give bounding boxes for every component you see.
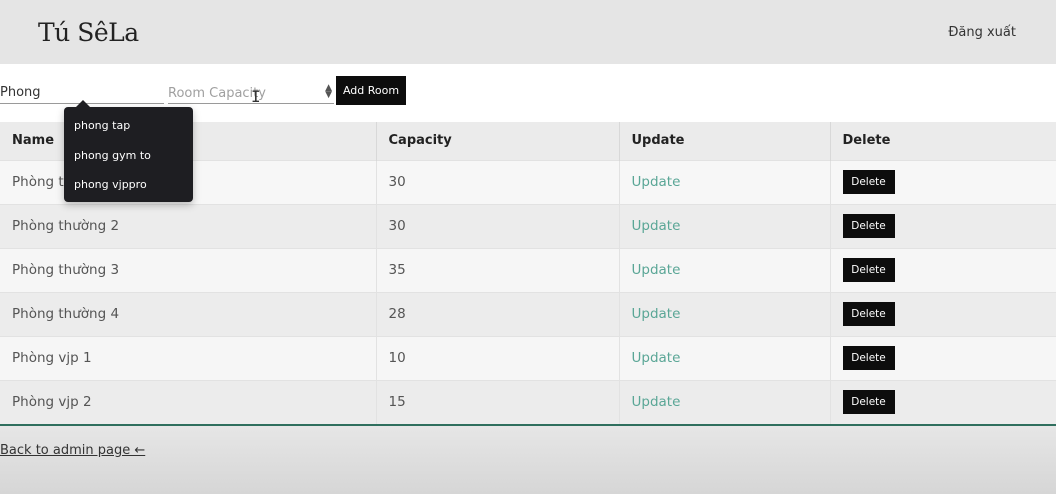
delete-cell: Delete [830, 203, 1056, 248]
room-name-cell: Phòng thường 3 [0, 247, 377, 292]
add-room-button[interactable]: Add Room [336, 76, 406, 105]
table-row: Phòng thường 4 28 Update Delete [0, 291, 1056, 336]
delete-button[interactable]: Delete [842, 170, 895, 194]
room-capacity-cell: 30 [376, 203, 620, 248]
room-name-cell: Phòng thường 4 [0, 291, 377, 336]
autocomplete-option[interactable]: phong vjppro [74, 172, 183, 202]
column-header-capacity: Capacity [376, 122, 620, 160]
room-capacity-cell: 30 [376, 159, 620, 204]
column-header-delete: Delete [830, 122, 1056, 160]
autocomplete-option[interactable]: phong gym to [74, 143, 183, 173]
room-name-cell: Phòng vjp 2 [0, 379, 377, 424]
delete-button[interactable]: Delete [842, 214, 895, 238]
room-capacity-cell: 10 [376, 335, 620, 380]
update-link[interactable]: Update [619, 247, 831, 292]
logout-link[interactable]: Đăng xuất [948, 25, 1016, 40]
table-row: Phòng vjp 2 15 Update Delete [0, 379, 1056, 424]
add-room-form: ▲▼ Add Room [0, 76, 1056, 106]
table-row: Phòng thường 2 30 Update Delete [0, 203, 1056, 248]
room-capacity-input[interactable] [168, 82, 318, 104]
delete-cell: Delete [830, 159, 1056, 204]
delete-cell: Delete [830, 379, 1056, 424]
table-row: Phòng thường 3 35 Update Delete [0, 247, 1056, 292]
update-link[interactable]: Update [619, 335, 831, 380]
update-link[interactable]: Update [619, 159, 831, 204]
delete-cell: Delete [830, 335, 1056, 380]
update-link[interactable]: Update [619, 291, 831, 336]
room-name-cell: Phòng thường 2 [0, 203, 377, 248]
delete-button[interactable]: Delete [842, 390, 895, 415]
delete-button[interactable]: Delete [842, 346, 895, 370]
delete-cell: Delete [830, 247, 1056, 292]
text-cursor-icon: I [251, 87, 261, 106]
room-capacity-cell: 35 [376, 247, 620, 292]
update-link[interactable]: Update [619, 203, 831, 248]
autocomplete-option[interactable]: phong tap [74, 113, 183, 143]
footer [0, 426, 1056, 494]
autocomplete-dropdown: phong tap phong gym to phong vjppro [64, 100, 193, 202]
site-logo[interactable]: Tú SêLa [38, 18, 139, 47]
delete-button[interactable]: Delete [842, 258, 895, 282]
number-spinner-icon[interactable]: ▲ ▼ [325, 84, 332, 100]
table-row: Phòng vjp 1 10 Update Delete [0, 335, 1056, 380]
room-capacity-cell: 15 [376, 379, 620, 424]
update-link[interactable]: Update [619, 379, 831, 424]
delete-cell: Delete [830, 291, 1056, 336]
delete-button[interactable]: Delete [842, 302, 895, 326]
top-header: Tú SêLa Đăng xuất [0, 0, 1056, 64]
column-header-update: Update [619, 122, 831, 160]
room-name-cell: Phòng vjp 1 [0, 335, 377, 380]
back-to-admin-link[interactable]: Back to admin page ← [0, 443, 145, 458]
room-capacity-cell: 28 [376, 291, 620, 336]
